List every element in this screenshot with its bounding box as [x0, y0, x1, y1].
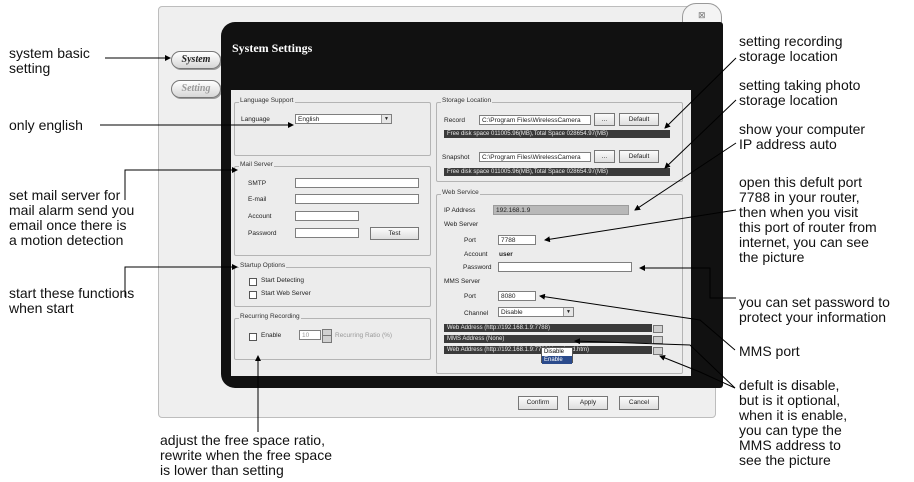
mms-port-field[interactable]: 8080 — [498, 291, 536, 301]
annotation-mail-server: set mail server for mail alarm send you … — [9, 187, 135, 248]
recurring-recording-group: Recurring Recording — [234, 313, 431, 360]
mail-password-field[interactable] — [295, 228, 359, 238]
mail-server-title: Mail Server — [239, 161, 274, 168]
chevron-down-icon: ▼ — [563, 308, 573, 316]
email-field[interactable] — [295, 194, 419, 204]
smtp-field[interactable] — [295, 178, 419, 188]
annotation-mms-port: MMS port — [739, 343, 800, 359]
mms-port-label: Port — [464, 293, 476, 300]
start-detecting-label: Start Detecting — [261, 277, 304, 284]
web-port-label: Port — [464, 237, 476, 244]
channel-value: Disable — [501, 309, 523, 316]
web-account-value: user — [499, 251, 513, 258]
start-web-server-label: Start Web Server — [261, 290, 311, 297]
password-label: Password — [248, 230, 277, 237]
recurring-ratio-label: Recurring Ratio (%) — [335, 332, 393, 339]
ip-address-field: 192.168.1.9 — [493, 205, 629, 215]
channel-label: Channel — [464, 310, 489, 317]
annotation-ip-auto: show your computer IP address auto — [739, 121, 866, 152]
record-free-space: Free disk space 011005.96(MB),Total Spac… — [444, 130, 670, 138]
annotation-recording-location: setting recording storage location — [739, 33, 843, 64]
language-select[interactable]: English ▼ — [295, 114, 392, 124]
smtp-label: SMTP — [248, 180, 267, 187]
tab-system[interactable]: System — [171, 51, 221, 69]
language-value: English — [298, 116, 320, 123]
mail-account-field[interactable] — [295, 211, 359, 221]
record-default-button[interactable]: Default — [619, 113, 659, 126]
web-service-title: Web Service — [441, 189, 480, 196]
start-detecting-checkbox[interactable] — [249, 278, 257, 286]
snapshot-default-button[interactable]: Default — [619, 150, 659, 163]
apply-button[interactable]: Apply — [568, 396, 608, 410]
start-web-server-checkbox[interactable] — [249, 291, 257, 299]
cancel-button[interactable]: Cancel — [619, 396, 659, 410]
account-label: Account — [248, 213, 272, 220]
recurring-enable-label: Enable — [261, 332, 282, 339]
settings-body: Language Support Language English ▼ Mail… — [231, 90, 691, 376]
channel-select[interactable]: Disable ▼ — [498, 307, 574, 317]
email-label: E-mail — [248, 196, 267, 203]
web-address-1: Web Address (http://192.168.1.9:7788) — [444, 324, 652, 332]
startup-options-title: Startup Options — [239, 262, 287, 269]
page-title: System Settings — [232, 41, 313, 55]
annotation-only-english: only english — [9, 117, 83, 133]
web-server-label: Web Server — [444, 221, 479, 228]
snapshot-free-space: Free disk space 011005.96(MB),Total Spac… — [444, 168, 670, 176]
copy-address-2-icon[interactable] — [653, 347, 663, 355]
chevron-down-icon: ▼ — [381, 115, 391, 123]
record-label: Record — [444, 117, 465, 124]
mms-server-label: MMS Server — [444, 278, 481, 285]
annotation-system-basic: system basic setting — [9, 45, 90, 76]
recurring-enable-checkbox[interactable] — [249, 333, 257, 341]
annotation-photo-location: setting taking photo storage location — [739, 77, 861, 108]
channel-dropdown-list: Disable Enable — [541, 347, 573, 364]
startup-options-group: Startup Options — [234, 262, 431, 307]
annotation-password: you can set password to protect your inf… — [739, 294, 890, 325]
language-support-title: Language Support — [239, 97, 295, 104]
snapshot-path-field[interactable]: C:\Program Files\WirelessCamera — [479, 152, 591, 162]
language-support-group: Language Support — [234, 97, 431, 156]
copy-address-1-icon[interactable] — [653, 325, 663, 333]
annotation-port: open this defult port 7788 in your route… — [739, 174, 877, 265]
channel-option-disable[interactable]: Disable — [542, 348, 572, 356]
language-label: Language — [241, 116, 270, 123]
web-port-field[interactable]: 7788 — [498, 235, 536, 245]
recurring-recording-title: Recurring Recording — [239, 313, 301, 320]
confirm-button[interactable]: Confirm — [518, 396, 558, 410]
record-path-field[interactable]: C:\Program Files\WirelessCamera — [479, 115, 591, 125]
close-icon: ⊠ — [698, 10, 706, 20]
annotation-start-functions: start these functions when start — [9, 285, 135, 316]
record-browse-button[interactable]: ... — [594, 113, 615, 126]
test-button[interactable]: Test — [370, 227, 419, 240]
snapshot-label: Snapshot — [442, 154, 470, 161]
annotation-mms-disable: defult is disable, but is it optional, w… — [739, 377, 848, 468]
web-account-label: Account — [464, 251, 488, 258]
web-password-label: Password — [463, 264, 492, 271]
web-password-field[interactable] — [498, 262, 632, 272]
ip-address-label: IP Address — [444, 207, 476, 214]
tab-setting[interactable]: Setting — [171, 80, 221, 98]
mms-address: MMS Address (None) — [444, 335, 652, 343]
storage-location-title: Storage Location — [441, 97, 493, 104]
copy-mms-address-icon[interactable] — [653, 336, 663, 344]
recurring-ratio-field[interactable]: 10 — [299, 330, 321, 340]
snapshot-browse-button[interactable]: ... — [594, 150, 615, 163]
channel-option-enable[interactable]: Enable — [542, 356, 572, 364]
ratio-down-stepper[interactable] — [322, 335, 332, 343]
annotation-free-space: adjust the free space ratio, rewrite whe… — [160, 432, 332, 478]
